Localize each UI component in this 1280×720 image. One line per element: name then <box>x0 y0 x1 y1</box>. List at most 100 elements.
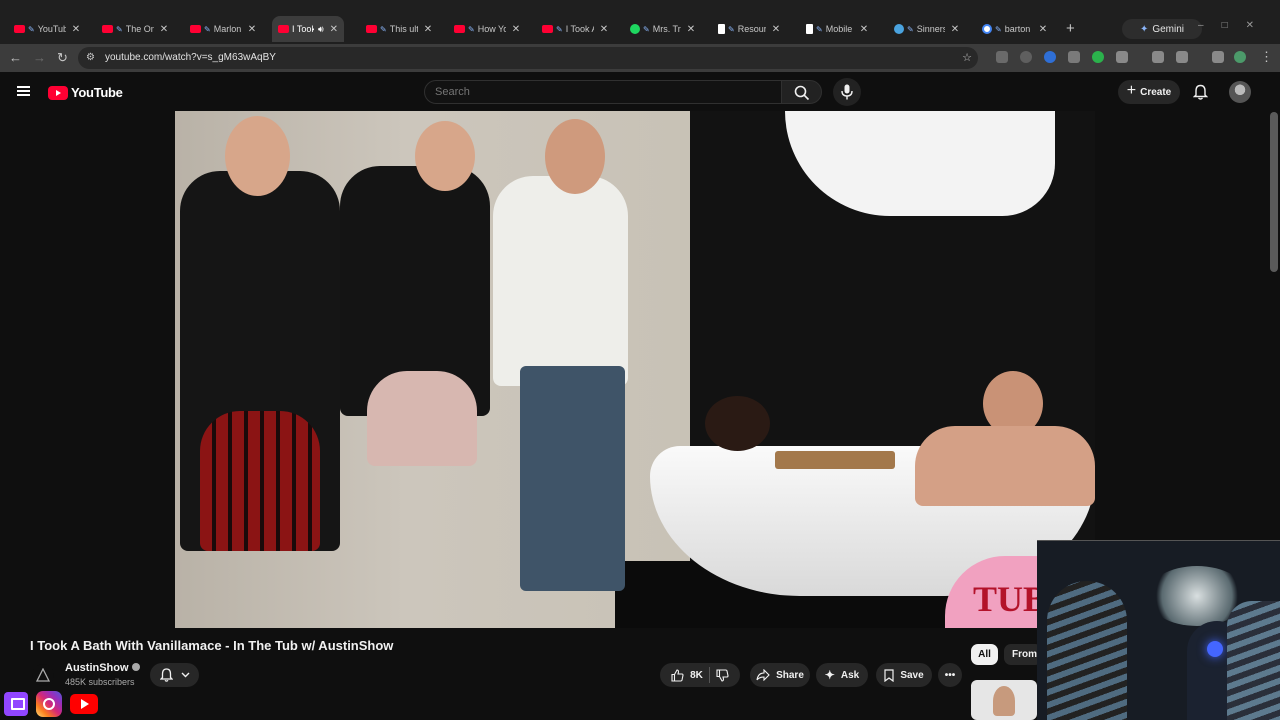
chip-all[interactable]: All <box>971 644 998 665</box>
close-tab-icon[interactable]: ✕ <box>951 24 959 35</box>
channel-name[interactable]: AustinShow <box>65 662 140 674</box>
channel-avatar[interactable] <box>32 664 54 686</box>
webcam-person <box>1227 601 1280 720</box>
video-person <box>520 366 625 591</box>
hamburger-menu-icon[interactable] <box>17 86 30 96</box>
browser-tab[interactable]: ✎ The On ✕ <box>96 16 174 42</box>
close-tab-icon[interactable]: ✕ <box>772 24 780 35</box>
close-tab-icon[interactable]: ✕ <box>687 24 695 35</box>
voice-search-button[interactable] <box>833 78 861 106</box>
share-button[interactable]: Share <box>750 663 810 687</box>
youtube-icon <box>14 25 25 33</box>
thumbs-down-icon[interactable] <box>716 668 729 682</box>
address-bar[interactable]: ⚙ youtube.com/watch?v=s_gM63wAqBY ☆ <box>78 47 978 69</box>
subscriber-count: 485K subscribers <box>65 677 135 687</box>
close-tab-icon[interactable]: ✕ <box>330 24 338 35</box>
youtube-icon[interactable] <box>70 694 98 714</box>
close-tab-icon[interactable]: ✕ <box>160 24 168 35</box>
new-tab-button[interactable]: + <box>1066 20 1075 37</box>
browser-tab[interactable]: ✎ Sinners ✕ <box>888 16 965 42</box>
channel-logo-icon <box>36 668 50 682</box>
notifications-bell-icon[interactable] <box>1193 84 1208 100</box>
close-tab-icon[interactable]: ✕ <box>248 24 256 35</box>
bookmark-star-icon[interactable]: ☆ <box>962 51 972 64</box>
profile-icon[interactable] <box>1234 51 1246 63</box>
video-title: I Took A Bath With Vanillamace - In The … <box>30 638 394 653</box>
pin-icon: ✎ <box>907 24 914 34</box>
account-avatar[interactable] <box>1229 81 1251 103</box>
kebab-menu-icon[interactable]: ⋮ <box>1260 49 1273 65</box>
video-person-head <box>705 396 770 451</box>
side-panel-icon[interactable] <box>1176 51 1188 63</box>
browser-tab[interactable]: ✎ How Yo ✕ <box>448 16 526 42</box>
twitch-icon[interactable] <box>4 692 28 716</box>
search-box <box>424 80 782 104</box>
save-button[interactable]: Save <box>876 663 932 687</box>
pin-icon: ✎ <box>728 24 735 34</box>
back-arrow-icon[interactable]: ← <box>9 50 22 65</box>
speaker-icon[interactable]: 🔊︎ <box>318 24 324 35</box>
forward-arrow-icon[interactable]: → <box>33 50 46 65</box>
bookmarks-icon[interactable] <box>1152 51 1164 63</box>
close-tab-icon[interactable]: ✕ <box>424 24 432 35</box>
media-controls-icon[interactable] <box>1212 51 1224 63</box>
reload-icon[interactable]: ↻ <box>57 50 68 66</box>
browser-tab-active[interactable]: I Took A🔊︎✕ <box>272 16 345 42</box>
power-icon[interactable] <box>1020 51 1032 63</box>
browser-tab[interactable]: ✎ This ult ✕ <box>360 16 438 42</box>
pin-icon: ✎ <box>995 24 1002 34</box>
browser-tab[interactable]: ✎ Mrs. Tr ✕ <box>624 16 701 42</box>
site-info-icon[interactable]: ⚙ <box>86 52 95 63</box>
page-scrollbar[interactable] <box>1270 112 1278 272</box>
thumbs-up-icon <box>671 668 684 682</box>
browser-tab[interactable]: ✎ Resour ✕ <box>712 16 786 42</box>
browser-tab-strip: ✎YouTube✕ ✎The On✕ ✎Marlon✕ I Took A🔊︎✕ … <box>0 0 1280 44</box>
green-extension-icon[interactable] <box>1092 51 1104 63</box>
video-person <box>493 176 628 386</box>
browser-tab[interactable]: ✎ Mobile ✕ <box>800 16 874 42</box>
ask-button[interactable]: ✦ Ask <box>816 663 868 687</box>
pin-icon: ✎ <box>28 24 35 34</box>
plus-icon: + <box>1126 82 1137 99</box>
sparkle-icon: ✦ <box>824 668 835 682</box>
search-button[interactable] <box>781 80 822 104</box>
video-person <box>367 371 477 466</box>
more-actions-button[interactable]: ••• <box>938 663 962 687</box>
youtube-icon <box>542 25 553 33</box>
close-tab-icon[interactable]: ✕ <box>72 24 80 35</box>
gemini-sparkle-icon: ✦ <box>1139 23 1149 35</box>
youtube-icon <box>190 25 201 33</box>
create-button[interactable]: + Create <box>1118 80 1180 104</box>
gemini-button[interactable]: ✦ Gemini <box>1122 19 1202 39</box>
browser-tab[interactable]: ✎I Took A✕ <box>536 16 614 42</box>
doc-icon <box>806 24 813 34</box>
close-tab-icon[interactable]: ✕ <box>860 24 868 35</box>
search-input[interactable] <box>435 84 755 100</box>
microphone-icon <box>841 84 853 100</box>
recommended-video-thumbnail[interactable] <box>971 680 1037 720</box>
youtube-play-icon <box>48 85 68 100</box>
browser-toolbar: ← → ↻ ⚙ youtube.com/watch?v=s_gM63wAqBY … <box>0 44 1280 72</box>
browser-tab[interactable]: ✎ Marlon ✕ <box>184 16 262 42</box>
pin-icon: ✎ <box>643 24 650 34</box>
youtube-logo[interactable]: YouTube <box>48 85 123 100</box>
close-tab-icon[interactable]: ✕ <box>1039 24 1047 35</box>
browser-tab[interactable]: ✎ barton ✕ <box>976 16 1053 42</box>
video-player[interactable]: TUB <box>175 111 1095 628</box>
subscription-notifications-button[interactable] <box>150 663 199 687</box>
audio-extension-icon[interactable] <box>1044 51 1056 63</box>
extension-icon[interactable] <box>996 51 1008 63</box>
window-controls[interactable]: –□✕ <box>1198 20 1272 31</box>
puzzle-icon[interactable] <box>1116 51 1128 63</box>
webcam-blue-light <box>1207 641 1223 657</box>
browser-tab[interactable]: ✎YouTube✕ <box>8 16 86 42</box>
bell-icon <box>159 668 173 682</box>
shield-icon[interactable] <box>1068 51 1080 63</box>
instagram-icon[interactable] <box>36 691 62 717</box>
doc-icon <box>718 24 725 34</box>
pin-icon: ✎ <box>816 24 823 34</box>
close-tab-icon[interactable]: ✕ <box>600 24 608 35</box>
like-button[interactable]: 8K <box>671 668 703 682</box>
close-tab-icon[interactable]: ✕ <box>512 24 520 35</box>
pin-icon: ✎ <box>116 24 123 34</box>
